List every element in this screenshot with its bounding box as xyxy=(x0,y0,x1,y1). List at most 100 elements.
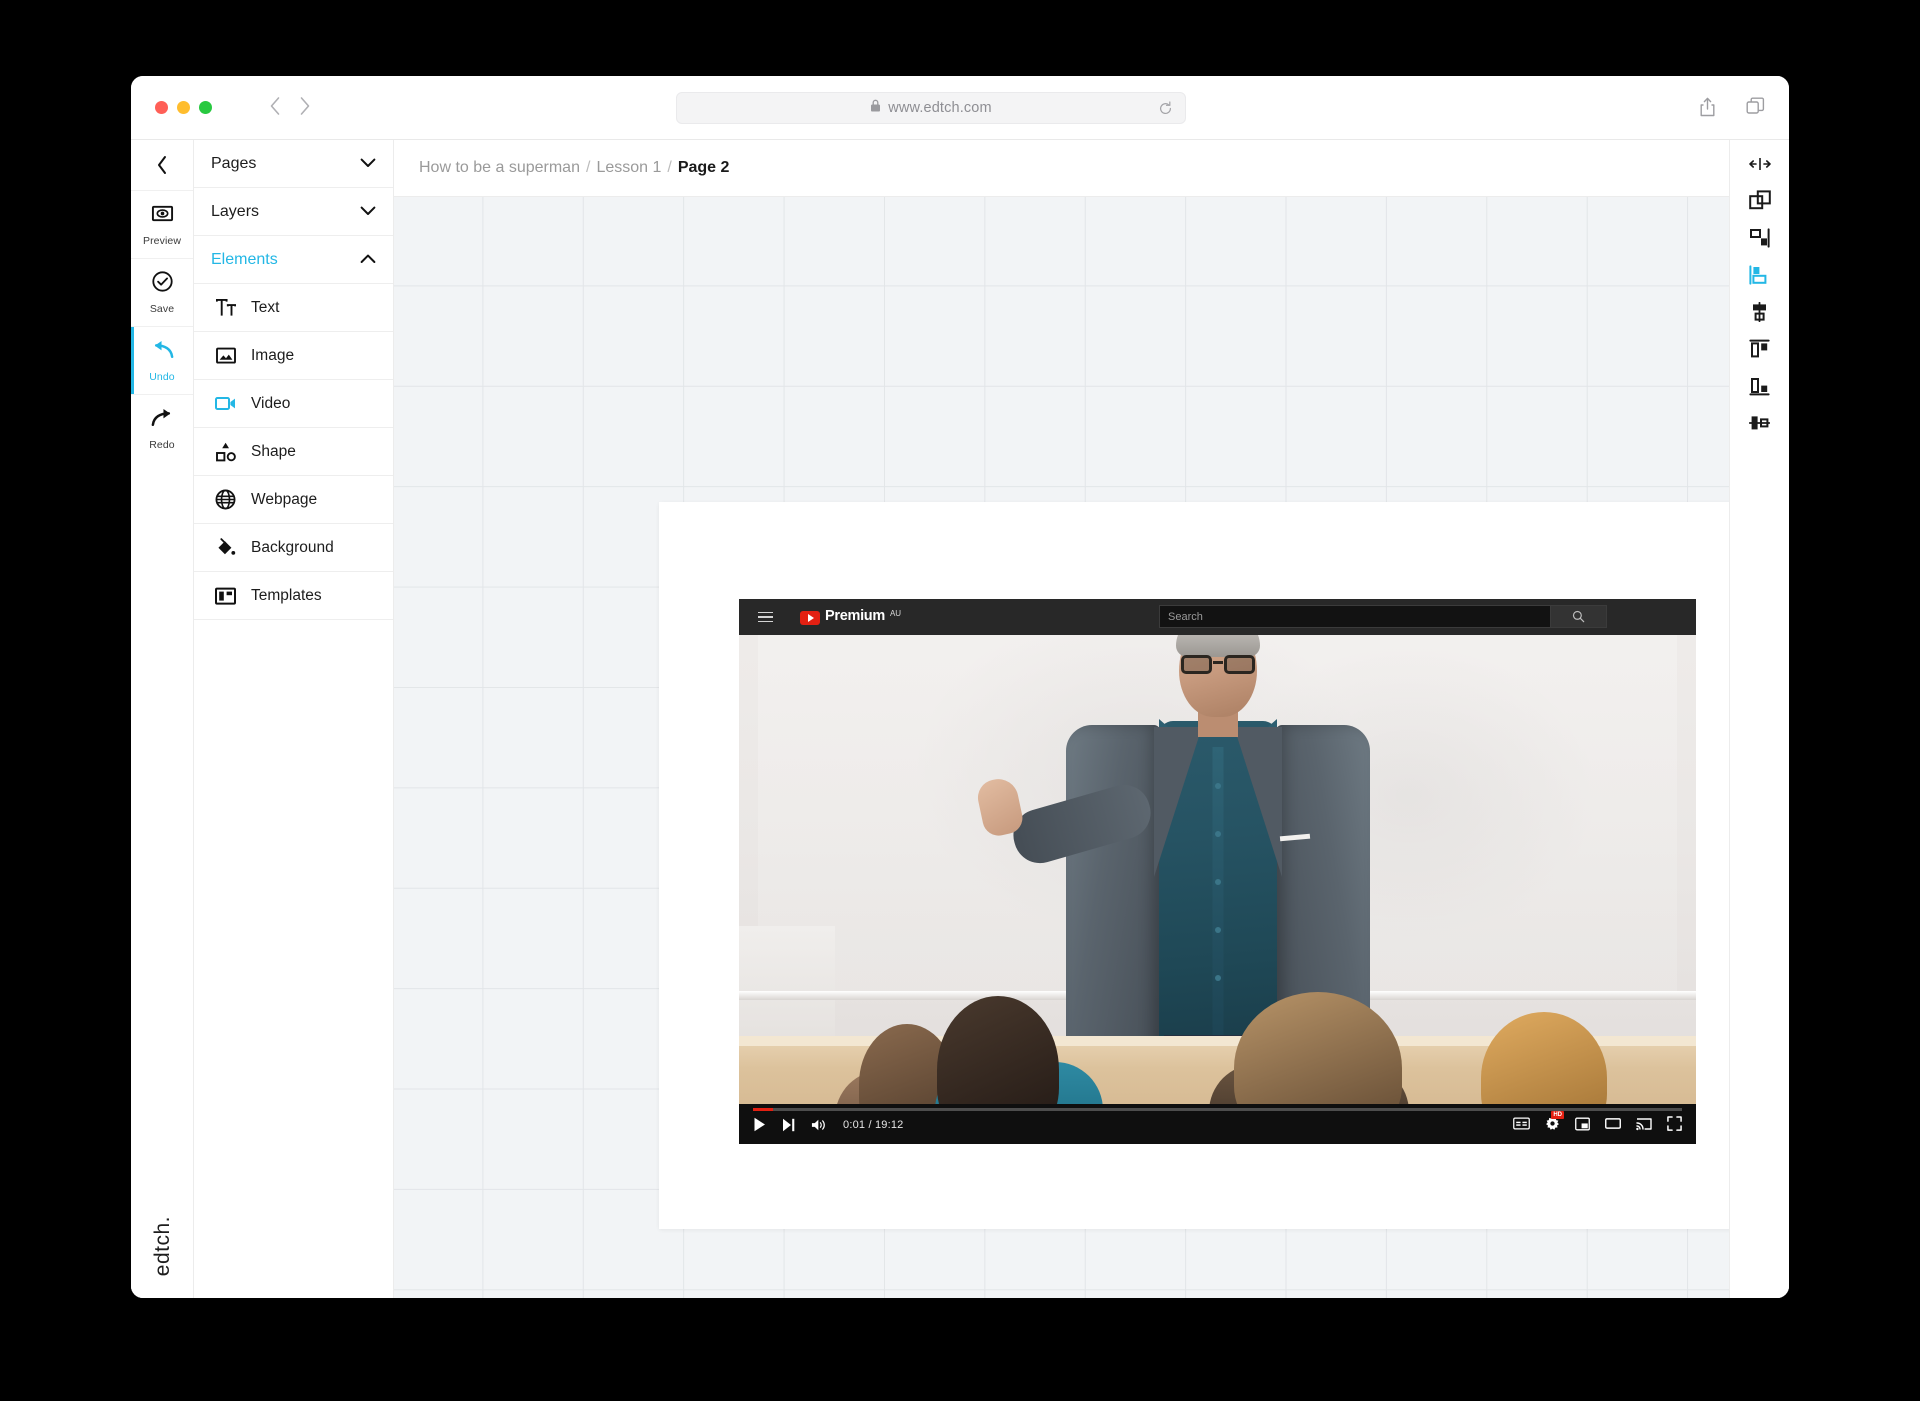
lapel-left xyxy=(1154,727,1202,877)
forward-button[interactable] xyxy=(299,96,311,116)
browser-chrome: www.edtch.com xyxy=(131,76,1789,140)
editor-canvas[interactable]: Premium AU xyxy=(394,197,1729,1298)
preview-label: Preview xyxy=(143,235,181,247)
browser-nav-arrows xyxy=(269,96,311,116)
theater-mode-icon[interactable] xyxy=(1605,1117,1621,1130)
search-input[interactable] xyxy=(1159,605,1550,628)
progress-bar[interactable] xyxy=(753,1108,1682,1111)
element-label-text: Text xyxy=(251,299,279,317)
align-toolbar xyxy=(1729,140,1789,1298)
save-label: Save xyxy=(150,303,174,315)
align-right-icon[interactable] xyxy=(1742,226,1778,250)
play-icon[interactable] xyxy=(753,1117,766,1132)
breadcrumb-page[interactable]: Page 2 xyxy=(678,159,730,177)
eyeglasses xyxy=(1180,655,1256,674)
elements-section-label: Elements xyxy=(211,251,278,269)
breadcrumb-lesson[interactable]: Lesson 1 xyxy=(596,159,661,177)
align-bottom-icon[interactable] xyxy=(1742,374,1778,398)
element-item-shape[interactable]: Shape xyxy=(194,428,393,476)
video-player-controls: 0:01 / 19:12 xyxy=(739,1104,1696,1144)
element-label-image: Image xyxy=(251,347,294,365)
search-button[interactable] xyxy=(1550,605,1607,628)
panel-section-pages[interactable]: Pages xyxy=(194,140,393,188)
collapse-sidebar-button[interactable] xyxy=(131,140,193,190)
globe-icon xyxy=(215,489,236,510)
edtch-logo: edtch. xyxy=(131,1216,194,1276)
paint-bucket-icon xyxy=(215,537,236,558)
browser-window: www.edtch.com xyxy=(131,76,1789,1298)
maximize-window-button[interactable] xyxy=(199,101,212,114)
shirt-button xyxy=(1215,783,1221,789)
youtube-brand-text: Premium xyxy=(825,609,885,624)
next-track-icon[interactable] xyxy=(782,1118,795,1132)
player-right-controls: HD xyxy=(1513,1116,1682,1131)
panel-section-elements[interactable]: Elements xyxy=(194,236,393,284)
close-window-button[interactable] xyxy=(155,101,168,114)
element-item-text[interactable]: Text xyxy=(194,284,393,332)
breadcrumb: How to be a superman / Lesson 1 / Page 2 xyxy=(394,140,1729,197)
miniplayer-icon[interactable] xyxy=(1575,1117,1590,1131)
breadcrumb-separator: / xyxy=(586,159,590,177)
element-label-webpage: Webpage xyxy=(251,491,317,509)
panel-section-layers[interactable]: Layers xyxy=(194,188,393,236)
traffic-lights xyxy=(155,101,212,114)
duplicate-layers-icon[interactable] xyxy=(1742,189,1778,213)
undo-arrow-icon xyxy=(150,339,175,366)
volume-icon[interactable] xyxy=(811,1118,827,1132)
cast-icon[interactable] xyxy=(1636,1117,1652,1131)
eye-preview-icon xyxy=(151,202,174,230)
distribute-horizontal-icon[interactable] xyxy=(1742,152,1778,176)
shapes-icon xyxy=(215,441,236,462)
browser-chrome-actions xyxy=(1699,97,1765,122)
app-body: Preview Save Undo xyxy=(131,140,1789,1298)
preview-button[interactable]: Preview xyxy=(131,190,193,258)
element-label-shape: Shape xyxy=(251,443,296,461)
back-button[interactable] xyxy=(269,96,281,116)
redo-arrow-icon xyxy=(150,407,175,434)
lock-icon xyxy=(870,99,881,117)
element-label-video: Video xyxy=(251,395,290,413)
undo-button[interactable]: Undo xyxy=(131,326,193,394)
tabs-icon[interactable] xyxy=(1746,97,1765,122)
video-element[interactable]: Premium AU xyxy=(739,599,1696,1144)
tool-rail: Preview Save Undo xyxy=(131,140,194,1298)
url-bar[interactable]: www.edtch.com xyxy=(676,92,1186,124)
text-icon xyxy=(215,297,236,318)
pages-section-label: Pages xyxy=(211,155,256,173)
reload-icon[interactable] xyxy=(1158,101,1173,121)
lens-right xyxy=(1224,655,1255,674)
element-item-image[interactable]: Image xyxy=(194,332,393,380)
undo-label: Undo xyxy=(149,371,175,383)
time-display: 0:01 / 19:12 xyxy=(843,1119,904,1131)
subtitles-cc-icon[interactable] xyxy=(1513,1117,1530,1130)
shirt-button xyxy=(1215,879,1221,885)
youtube-region-text: AU xyxy=(890,609,901,618)
align-top-icon[interactable] xyxy=(1742,337,1778,361)
breadcrumb-course[interactable]: How to be a superman xyxy=(419,159,580,177)
minimize-window-button[interactable] xyxy=(177,101,190,114)
align-center-horizontal-icon[interactable] xyxy=(1742,300,1778,324)
element-item-background[interactable]: Background xyxy=(194,524,393,572)
element-item-templates[interactable]: Templates xyxy=(194,572,393,620)
fullscreen-icon[interactable] xyxy=(1667,1116,1682,1131)
save-button[interactable]: Save xyxy=(131,258,193,326)
align-left-icon[interactable] xyxy=(1742,263,1778,287)
align-middle-vertical-icon[interactable] xyxy=(1742,411,1778,435)
youtube-header: Premium AU xyxy=(739,599,1696,635)
youtube-search xyxy=(1159,605,1607,628)
redo-button[interactable]: Redo xyxy=(131,394,193,462)
player-left-controls: 0:01 / 19:12 xyxy=(753,1117,904,1132)
elements-panel: Pages Layers Elements xyxy=(194,140,394,1298)
shirt-button xyxy=(1215,831,1221,837)
chevron-left-icon xyxy=(156,155,169,175)
youtube-premium-logo[interactable]: Premium AU xyxy=(800,609,901,625)
chevron-up-icon xyxy=(360,251,376,269)
hamburger-menu-icon[interactable] xyxy=(758,612,773,623)
share-icon[interactable] xyxy=(1699,97,1716,122)
settings-gear-icon[interactable]: HD xyxy=(1545,1116,1560,1131)
breadcrumb-separator: / xyxy=(667,159,671,177)
layers-section-label: Layers xyxy=(211,203,259,221)
element-item-video[interactable]: Video xyxy=(194,380,393,428)
lapel-right xyxy=(1234,727,1282,877)
element-item-webpage[interactable]: Webpage xyxy=(194,476,393,524)
